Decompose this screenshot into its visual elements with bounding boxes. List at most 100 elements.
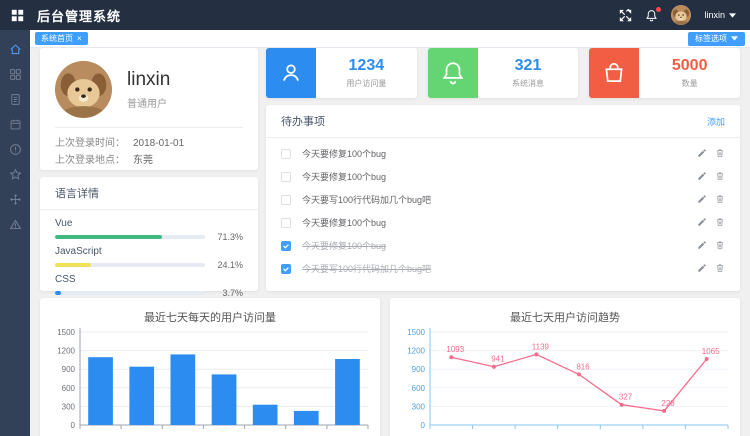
stat-value: 1234 [349,57,385,75]
document-icon [9,93,22,111]
edit-icon[interactable] [697,191,707,209]
svg-text:300: 300 [412,402,426,411]
language-progress-track [55,291,205,295]
todo-add-link[interactable]: 添加 [707,115,725,128]
warning-triangle-icon [9,218,22,236]
fullscreen-icon[interactable] [619,9,632,22]
sidebar-item-calendar[interactable] [0,114,30,139]
apps-icon [9,68,22,86]
bar-chart-title: 最近七天每天的用户访问量 [40,298,380,326]
line-chart-canvas: 0300600900120015001093941113981632722810… [394,326,736,436]
todo-card: 待办事项 添加 今天要修复100个bug 今天要修复100个bug 今天要写10… [266,105,740,291]
caret-down-icon [731,36,738,41]
notification-bell-icon[interactable] [645,9,658,22]
delete-icon[interactable] [715,145,725,163]
svg-text:600: 600 [412,384,426,393]
todo-text: 今天要修复100个bug [302,170,686,183]
move-icon [9,193,22,211]
todo-text: 今天要修复100个bug [302,216,686,229]
todo-checkbox[interactable] [281,172,291,182]
sidebar-item-warning-triangle[interactable] [0,214,30,239]
profile-field-value: 东莞 [133,152,153,169]
sidebar-item-home[interactable] [0,39,30,64]
user-menu[interactable]: linxin [704,10,736,20]
edit-icon[interactable] [697,237,707,255]
tag-options-button[interactable]: 标签选项 [688,32,745,46]
edit-icon[interactable] [697,168,707,186]
language-progress-track [55,235,205,239]
tab-label: 系统首页 [41,33,73,44]
stat-card-bell: 321 系统消息 [428,48,579,98]
delete-icon[interactable] [715,168,725,186]
delete-icon[interactable] [715,191,725,209]
svg-text:228: 228 [661,399,675,408]
tab-close-icon[interactable]: × [77,35,82,43]
profile-top: linxin 普通用户 [40,48,258,127]
todo-row: 今天要修复100个bug [281,211,725,234]
warn-circle-icon [9,143,22,161]
stat-label: 用户访问量 [346,78,386,89]
home-icon [9,43,22,61]
todo-list: 今天要修复100个bug 今天要修复100个bug 今天要写100行代码加几个b… [266,138,740,284]
profile-avatar [55,61,112,118]
tab-system-home[interactable]: 系统首页 × [35,32,88,45]
language-card: 语言详情 Vue 71.3% JavaScript 24.1% CSS 3.7% [40,177,258,291]
star-icon [9,168,22,186]
language-name: JavaScript [55,246,243,257]
svg-text:1065: 1065 [702,347,720,356]
todo-checkbox[interactable] [281,149,291,159]
language-row: Vue 71.3% [55,218,243,242]
profile-field-label: 上次登录地点： [55,152,133,169]
calendar-icon [9,118,22,136]
language-percent: 24.1% [213,260,243,270]
bell-icon [428,48,478,98]
svg-text:0: 0 [421,421,426,430]
sidebar-item-apps[interactable] [0,64,30,89]
profile-card: linxin 普通用户 上次登录时间：2018-01-01上次登录地点：东莞 [40,48,258,170]
todo-card-header: 待办事项 添加 [266,105,740,138]
todo-checkbox[interactable] [281,241,291,251]
sidebar-item-move[interactable] [0,189,30,214]
todo-checkbox[interactable] [281,195,291,205]
svg-text:1139: 1139 [532,342,550,351]
header-avatar[interactable] [671,5,691,25]
profile-role: 普通用户 [127,95,170,110]
todo-checkbox[interactable] [281,218,291,228]
todo-text: 今天要修复100个bug [302,239,686,252]
language-row: CSS 3.7% [55,274,243,298]
todo-text: 今天要写100行代码加几个bug吧 [302,262,686,275]
edit-icon[interactable] [697,145,707,163]
edit-icon[interactable] [697,260,707,278]
profile-field-label: 上次登录时间： [55,135,133,152]
line-chart-body: 0300600900120015001093941113981632722810… [390,326,740,436]
language-card-title: 语言详情 [55,185,99,201]
language-percent: 71.3% [213,232,243,242]
todo-checkbox[interactable] [281,264,291,274]
bar-chart-body: 030060090012001500 [40,326,380,436]
sidebar-item-document[interactable] [0,89,30,114]
svg-text:1200: 1200 [57,347,75,356]
app-header: 后台管理系统 linxin [0,0,750,30]
language-name: CSS [55,274,243,285]
caret-down-icon [729,13,736,18]
svg-text:1093: 1093 [446,345,464,354]
tab-bar: 系统首页 × 标签选项 [30,30,750,48]
language-progress-fill [55,235,162,239]
collapse-menu-icon[interactable] [11,9,24,22]
stat-card-user: 1234 用户访问量 [266,48,417,98]
sidebar-item-star[interactable] [0,164,30,189]
stat-label: 数量 [682,78,698,89]
language-row: JavaScript 24.1% [55,246,243,270]
svg-text:327: 327 [619,393,633,402]
edit-icon[interactable] [697,214,707,232]
svg-text:1500: 1500 [57,328,75,337]
main-content: linxin 普通用户 上次登录时间：2018-01-01上次登录地点：东莞 语… [30,48,750,436]
todo-row: 今天要写100行代码加几个bug吧 [281,188,725,211]
delete-icon[interactable] [715,214,725,232]
delete-icon[interactable] [715,260,725,278]
language-percent: 3.7% [213,288,243,298]
language-card-header: 语言详情 [40,177,258,210]
bar-chart-card: 最近七天每天的用户访问量 030060090012001500 [40,298,380,436]
sidebar-item-warn-circle[interactable] [0,139,30,164]
delete-icon[interactable] [715,237,725,255]
